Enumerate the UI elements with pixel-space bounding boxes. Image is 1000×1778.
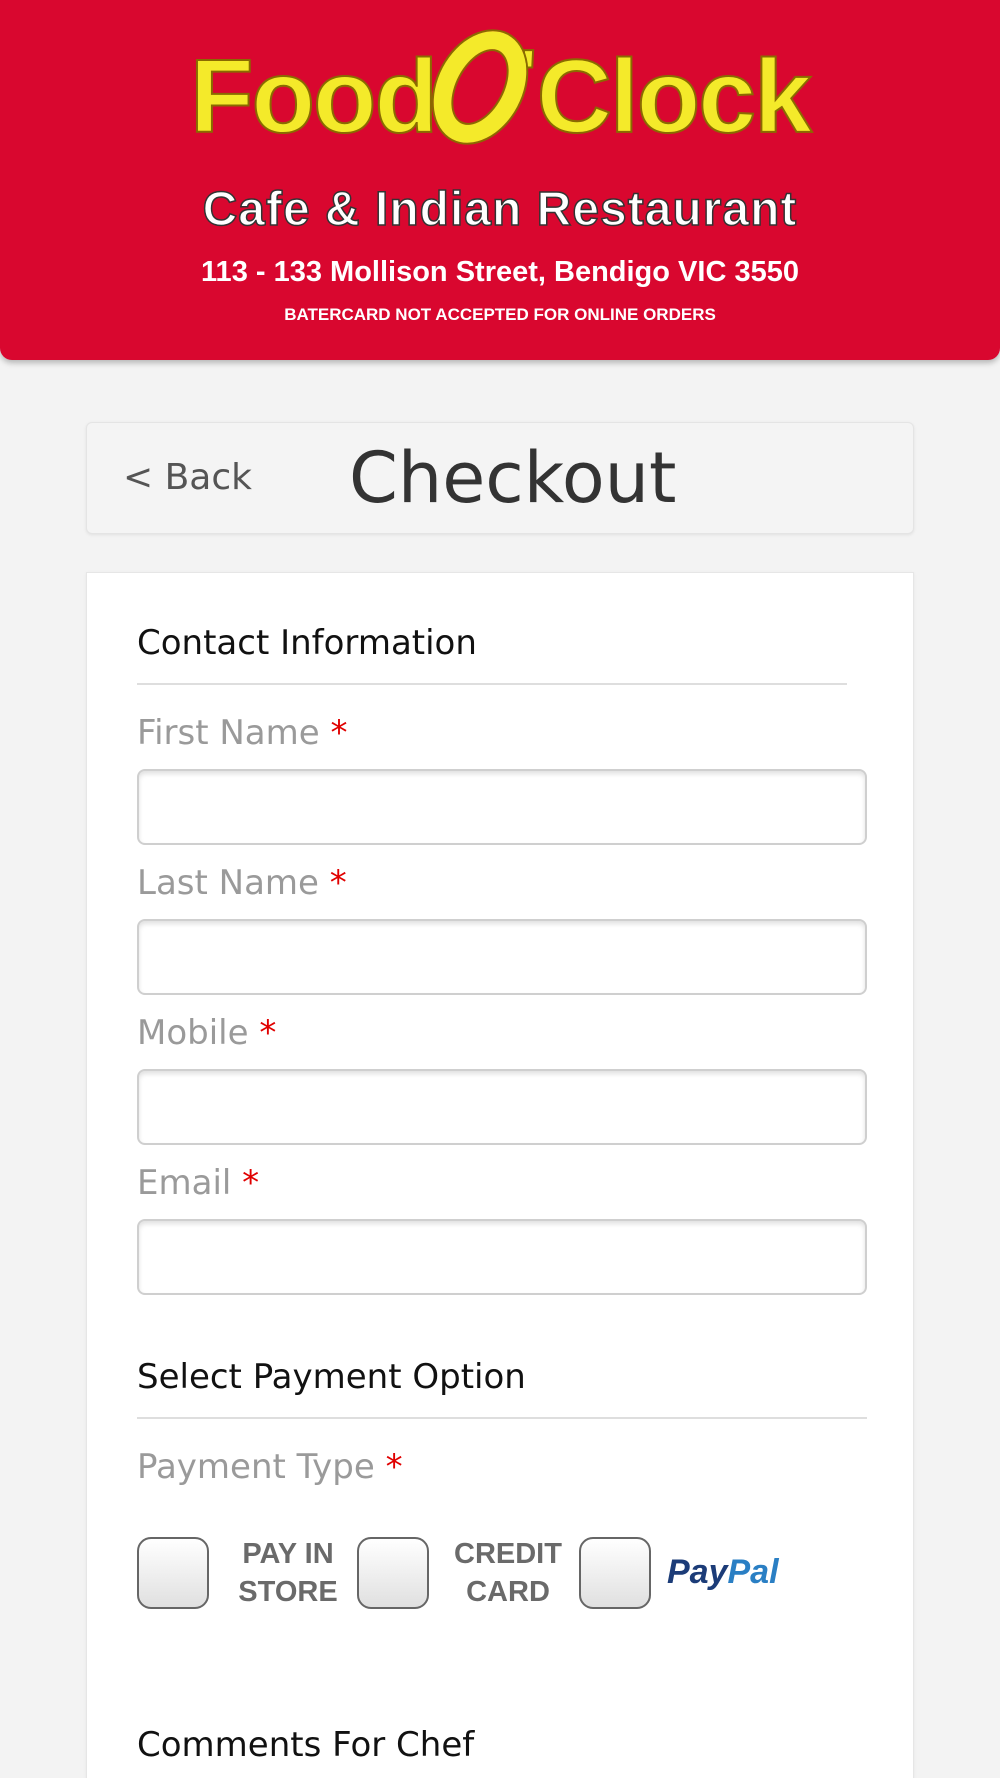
- page-title: Checkout: [349, 437, 677, 519]
- brand-word-clock: Clock: [536, 39, 813, 155]
- required-mark: *: [242, 1163, 260, 1203]
- first-name-label: First Name *: [137, 713, 348, 753]
- contact-divider: [137, 683, 847, 685]
- email-input[interactable]: [137, 1219, 867, 1295]
- paypal-logo[interactable]: PayPal: [667, 1553, 779, 1592]
- required-mark: *: [385, 1447, 403, 1487]
- credit-card-label[interactable]: CREDIT CARD: [453, 1535, 563, 1611]
- comments-heading: Comments For Chef: [137, 1725, 475, 1765]
- order-notice: BATERCARD NOT ACCEPTED FOR ONLINE ORDERS: [284, 305, 716, 324]
- checkout-title-bar: < Back Checkout: [86, 422, 914, 534]
- payment-heading: Select Payment Option: [137, 1357, 526, 1397]
- restaurant-subtitle: Cafe & Indian Restaurant: [202, 183, 798, 236]
- contact-info-heading: Contact Information: [137, 623, 477, 663]
- restaurant-address: 113 - 133 Mollison Street, Bendigo VIC 3…: [201, 256, 799, 288]
- mobile-input[interactable]: [137, 1069, 867, 1145]
- last-name-input[interactable]: [137, 919, 867, 995]
- brand-logo: Food 'Clock: [0, 15, 1000, 159]
- pay-in-store-label[interactable]: PAY IN STORE: [233, 1535, 343, 1611]
- back-button[interactable]: < Back: [123, 457, 252, 498]
- payment-divider: [137, 1417, 867, 1419]
- required-mark: *: [259, 1013, 277, 1053]
- first-name-input[interactable]: [137, 769, 867, 845]
- mobile-label: Mobile *: [137, 1013, 277, 1053]
- payment-type-label: Payment Type *: [137, 1447, 403, 1487]
- credit-card-radio[interactable]: [357, 1537, 429, 1609]
- email-label: Email *: [137, 1163, 260, 1203]
- last-name-label: Last Name *: [137, 863, 347, 903]
- required-mark: *: [329, 863, 347, 903]
- pay-in-store-radio[interactable]: [137, 1537, 209, 1609]
- paypal-radio[interactable]: [579, 1537, 651, 1609]
- checkout-form: Contact Information First Name * Last Na…: [86, 572, 914, 1778]
- required-mark: *: [330, 713, 348, 753]
- restaurant-header: Food 'Clock Cafe & Indian Restaurant 113 …: [0, 0, 1000, 360]
- brand-word-food: Food: [189, 39, 439, 155]
